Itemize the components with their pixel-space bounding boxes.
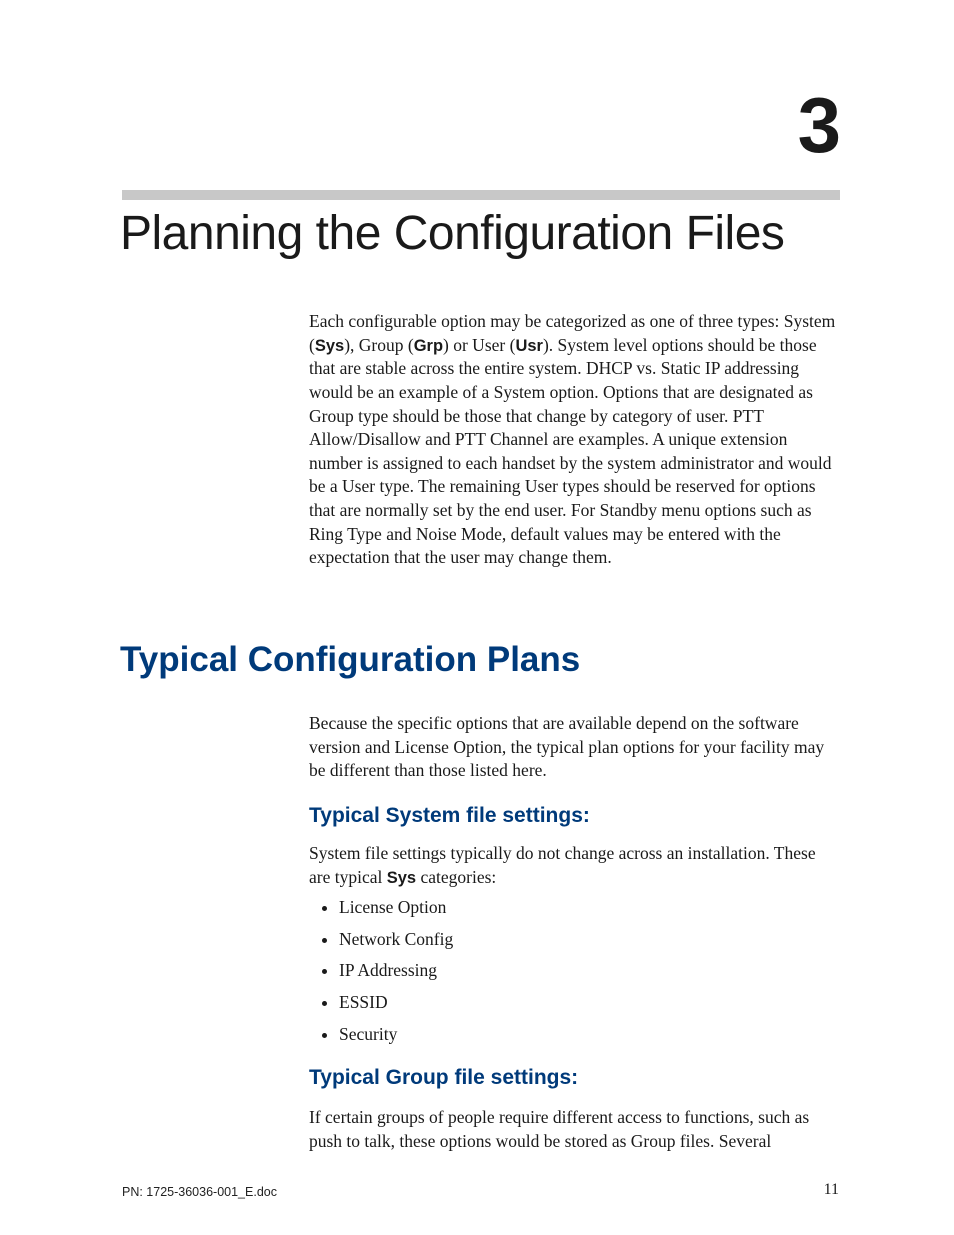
text-run: ), Group ( — [344, 335, 414, 355]
footer-page-number: 11 — [824, 1181, 839, 1199]
text-run: System file settings typically do not ch… — [309, 843, 816, 887]
text-run: ). System level options should be those … — [309, 335, 831, 568]
list-item: ESSID — [339, 991, 839, 1015]
usr-label: Usr — [515, 337, 543, 355]
page-container: 3 Planning the Configuration Files Each … — [0, 0, 954, 1235]
horizontal-divider — [122, 190, 840, 200]
list-item: Network Config — [339, 928, 839, 952]
section-heading-typical-plans: Typical Configuration Plans — [120, 640, 580, 680]
grp-label: Grp — [414, 337, 443, 355]
chapter-number: 3 — [798, 80, 839, 171]
text-run: ) or User ( — [443, 335, 515, 355]
group-paragraph: If certain groups of people require diff… — [309, 1106, 839, 1153]
intro-paragraph: Each configurable option may be categori… — [309, 310, 839, 570]
list-item: IP Addressing — [339, 959, 839, 983]
subheading-group-settings: Typical Group file settings: — [309, 1064, 839, 1092]
sys-label: Sys — [315, 337, 344, 355]
list-item: Security — [339, 1023, 839, 1047]
subheading-system-settings: Typical System file settings: — [309, 802, 839, 830]
chapter-title: Planning the Configuration Files — [120, 206, 784, 261]
system-bullet-list: License Option Network Config IP Address… — [309, 896, 839, 1054]
text-run: categories: — [416, 867, 496, 887]
list-item: License Option — [339, 896, 839, 920]
system-paragraph: System file settings typically do not ch… — [309, 842, 839, 889]
plans-paragraph: Because the specific options that are av… — [309, 712, 839, 783]
footer-part-number: PN: 1725-36036-001_E.doc — [122, 1185, 277, 1199]
sys-label-inline: Sys — [387, 869, 416, 887]
